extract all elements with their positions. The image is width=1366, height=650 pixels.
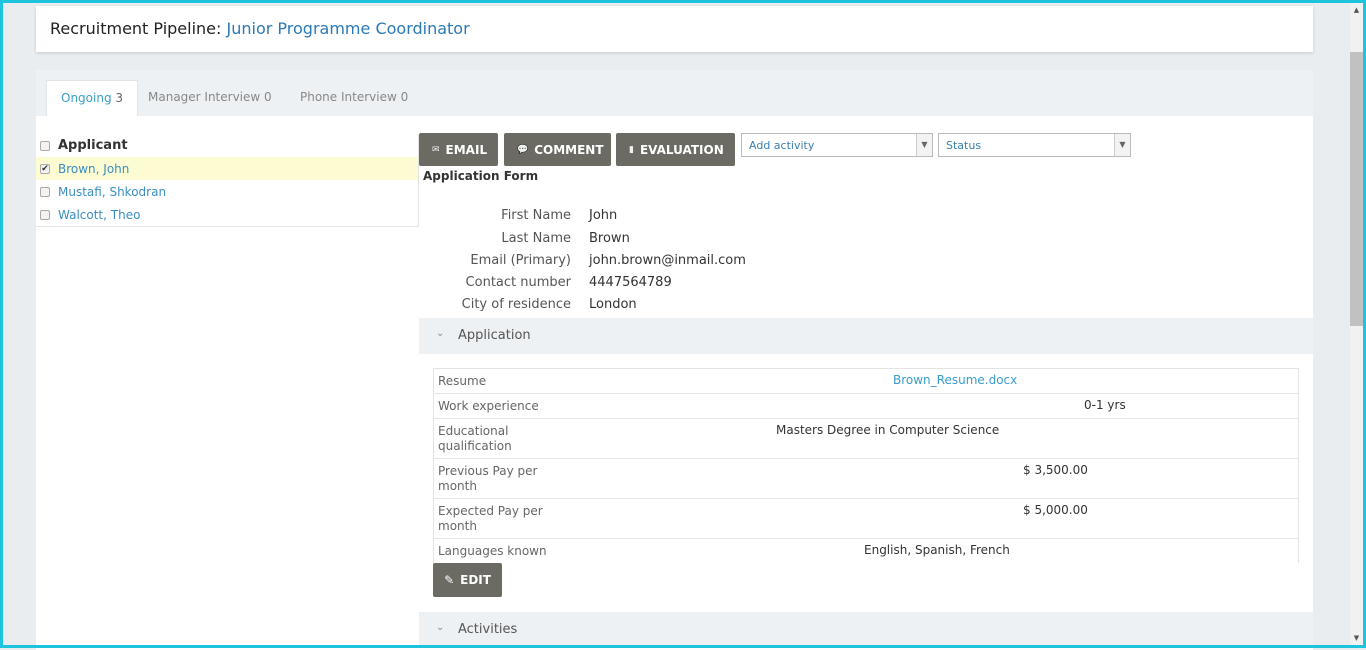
row-label: Expected Pay per month <box>438 504 543 533</box>
applicant-column-header: Applicant <box>58 138 128 153</box>
tab-label: Manager Interview <box>148 90 261 104</box>
scroll-up-arrow-icon[interactable]: ▲ <box>1350 3 1363 17</box>
scrollbar-thumb[interactable] <box>1350 52 1363 326</box>
tab-manager-interview[interactable]: Manager Interview 0 <box>134 80 286 116</box>
row-value: $ 5,000.00 <box>1023 503 1088 517</box>
status-placeholder: Status <box>946 139 982 152</box>
row-label: Work experience <box>438 399 539 413</box>
field-label: Contact number <box>465 275 571 290</box>
applicant-header-row: Applicant <box>36 134 418 157</box>
pencil-icon: ✎ <box>444 573 455 587</box>
field-label: First Name <box>501 208 571 223</box>
form-field-row: Last Name Brown <box>419 231 919 251</box>
chevron-down-icon: ⌄ <box>436 328 445 339</box>
row-value: $ 3,500.00 <box>1023 463 1088 477</box>
applicant-name[interactable]: Walcott, Theo <box>58 208 140 222</box>
row-label: Resume <box>438 374 487 388</box>
field-value: John <box>589 208 618 223</box>
field-value: London <box>589 297 637 312</box>
field-value: john.brown@inmail.com <box>589 253 746 268</box>
row-value: Masters Degree in Computer Science <box>776 423 1000 437</box>
status-select[interactable]: Status ▼ <box>938 133 1131 157</box>
application-section-title: Application <box>458 328 531 343</box>
activities-section-title: Activities <box>458 622 518 637</box>
email-button-label: EMAIL <box>445 142 488 157</box>
table-row: Educational qualification Masters Degree… <box>434 419 1298 459</box>
row-value: 0-1 yrs <box>1084 398 1126 412</box>
field-value: 4447564789 <box>589 275 672 290</box>
select-all-checkbox[interactable] <box>40 140 50 151</box>
stage-tabs: Ongoing 3 Manager Interview 0 Phone Inte… <box>36 70 1313 116</box>
chevron-down-icon: ⌄ <box>436 622 445 633</box>
tab-count: 0 <box>264 90 272 104</box>
add-activity-select[interactable]: Add activity ▼ <box>741 133 933 157</box>
tab-label: Phone Interview <box>300 90 397 104</box>
applicant-list: Applicant ✔ Brown, John Mustafi, Shkodra… <box>36 134 418 226</box>
chevron-down-icon[interactable]: ▼ <box>1114 134 1130 156</box>
comment-button-label: COMMENT <box>534 142 604 157</box>
application-form-title: Application Form <box>423 169 539 183</box>
field-value: Brown <box>589 231 630 246</box>
page-title-prefix: Recruitment Pipeline: <box>50 19 222 38</box>
tab-label: Ongoing <box>61 91 112 105</box>
tab-count: 3 <box>115 91 124 105</box>
field-label: City of residence <box>461 297 571 312</box>
tab-count: 0 <box>400 90 409 104</box>
table-row: Previous Pay per month $ 3,500.00 <box>434 459 1298 499</box>
edit-button-label: EDIT <box>460 573 491 587</box>
row-label: Languages known <box>438 544 547 558</box>
applicant-checkbox[interactable]: ✔ <box>40 163 50 174</box>
application-table: Resume Brown_Resume.docx Work experience… <box>433 368 1299 563</box>
tab-phone-interview[interactable]: Phone Interview 0 <box>286 80 422 116</box>
job-title-link[interactable]: Junior Programme Coordinator <box>227 19 470 38</box>
email-button[interactable]: ✉ EMAIL <box>419 133 498 166</box>
evaluation-button[interactable]: ▮ EVALUATION <box>616 133 735 166</box>
page-header: Recruitment Pipeline: Junior Programme C… <box>36 6 1313 52</box>
evaluation-button-label: EVALUATION <box>639 142 724 157</box>
form-field-row: Email (Primary) john.brown@inmail.com <box>419 253 919 273</box>
applicant-row[interactable]: Mustafi, Shkodran <box>36 180 418 203</box>
table-row: Expected Pay per month $ 5,000.00 <box>434 499 1298 539</box>
evaluation-icon: ▮ <box>629 144 634 155</box>
application-section-toggle[interactable]: ⌄ Application <box>419 318 1313 354</box>
applicant-row[interactable]: ✔ Brown, John <box>36 157 418 180</box>
form-field-row: First Name John <box>419 208 919 228</box>
applicant-name[interactable]: Brown, John <box>58 162 129 176</box>
tab-ongoing[interactable]: Ongoing 3 <box>46 80 139 116</box>
field-label: Last Name <box>501 231 571 246</box>
table-row: Work experience 0-1 yrs <box>434 394 1298 419</box>
scroll-down-arrow-icon[interactable]: ▼ <box>1350 631 1363 645</box>
edit-button[interactable]: ✎ EDIT <box>433 563 502 597</box>
envelope-icon: ✉ <box>432 144 440 155</box>
row-label: Educational qualification <box>438 424 512 453</box>
applicant-checkbox[interactable] <box>40 186 50 197</box>
form-field-row: Contact number 4447564789 <box>419 275 919 295</box>
resume-link[interactable]: Brown_Resume.docx <box>893 373 1017 387</box>
pipeline-card: Ongoing 3 Manager Interview 0 Phone Inte… <box>36 70 1313 650</box>
applicant-row[interactable]: Walcott, Theo <box>36 203 418 226</box>
table-row: Resume Brown_Resume.docx <box>434 369 1298 394</box>
applicant-checkbox[interactable] <box>40 209 50 220</box>
add-activity-placeholder: Add activity <box>749 139 815 152</box>
field-label: Email (Primary) <box>470 253 571 268</box>
activities-section-toggle[interactable]: ⌄ Activities <box>419 612 1313 648</box>
comment-icon: 💬 <box>517 144 529 155</box>
applicant-name[interactable]: Mustafi, Shkodran <box>58 185 166 199</box>
chevron-down-icon[interactable]: ▼ <box>916 134 932 156</box>
row-label: Previous Pay per month <box>438 464 538 493</box>
divider <box>36 226 419 227</box>
form-field-row: City of residence London <box>419 297 919 317</box>
table-row: Languages known English, Spanish, French <box>434 539 1298 563</box>
row-value: English, Spanish, French <box>864 543 1010 557</box>
comment-button[interactable]: 💬 COMMENT <box>504 133 611 166</box>
